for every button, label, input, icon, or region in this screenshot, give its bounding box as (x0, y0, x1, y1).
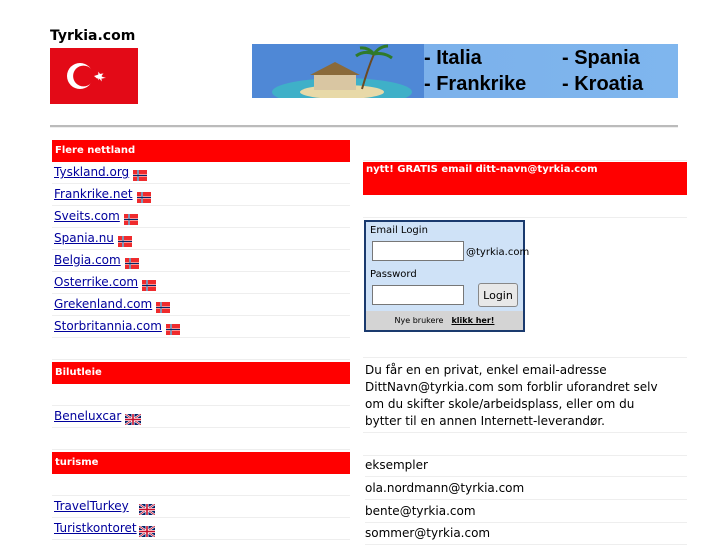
norway-flag-icon (124, 255, 139, 269)
left-column: Flere nettland Tyskland.org Frankrike.ne… (52, 138, 350, 540)
turkey-flag-icon (50, 48, 138, 104)
username-input[interactable] (372, 241, 464, 261)
example-address: bente@tyrkia.com (365, 500, 687, 523)
email-login-box: Email Login @tyrkia.com Password Login N… (364, 220, 529, 332)
spacer (363, 432, 687, 456)
spacer (52, 474, 350, 496)
list-item: Storbritannia.com (52, 316, 350, 338)
list-item: Belgia.com (52, 250, 350, 272)
spacer (52, 338, 350, 360)
domain-suffix: @tyrkia.com (466, 247, 530, 258)
new-users-label: Nye brukere (394, 316, 444, 325)
email-promo-banner: nytt! GRATIS email ditt-navn@tyrkia.com (363, 162, 687, 195)
list-item: Osterrike.com (52, 272, 350, 294)
banner-destination: - Spania (562, 47, 640, 69)
norway-flag-icon (142, 277, 157, 291)
list-item: Frankrike.net (52, 184, 350, 206)
link-grekenland[interactable]: Grekenland.com (54, 297, 152, 311)
list-item: TravelTurkey (52, 496, 350, 518)
link-beneluxcar[interactable]: Beneluxcar (54, 409, 121, 423)
right-column: nytt! GRATIS email ditt-navn@tyrkia.com (363, 140, 687, 218)
link-turistkontoret[interactable]: Turistkontoret (54, 521, 137, 535)
password-label: Password (370, 269, 417, 280)
section-header-turisme: turisme (52, 452, 350, 474)
spacer (363, 195, 687, 218)
banner-destination: - Kroatia (562, 73, 644, 95)
norway-flag-icon (133, 167, 148, 181)
link-belgia[interactable]: Belgia.com (54, 253, 121, 267)
norway-flag-icon (123, 211, 138, 225)
uk-flag-icon (124, 411, 142, 426)
new-users-footer: Nye brukere klikk her! (366, 311, 523, 330)
login-title: Email Login (370, 225, 428, 236)
site-title: Tyrkia.com (50, 28, 136, 44)
link-frankrike[interactable]: Frankrike.net (54, 187, 133, 201)
login-button[interactable]: Login (478, 283, 518, 307)
section-header-flere-nettland: Flere nettland (52, 140, 350, 162)
list-item: Turistkontoret (52, 518, 350, 540)
divider (50, 125, 678, 128)
password-input[interactable] (372, 285, 464, 305)
link-travelturkey[interactable]: TravelTurkey (54, 499, 129, 513)
list-item: Sveits.com (52, 206, 350, 228)
list-item: Tyskland.org (52, 162, 350, 184)
norway-flag-icon (156, 299, 171, 313)
norway-flag-icon (136, 189, 151, 203)
link-spania[interactable]: Spania.nu (54, 231, 114, 245)
section-header-bilutleie: Bilutleie (52, 362, 350, 384)
link-tyskland[interactable]: Tyskland.org (54, 165, 129, 179)
banner-destination: - Frankrike (424, 73, 527, 95)
island-image (252, 44, 424, 98)
uk-flag-icon (138, 523, 156, 538)
example-address: sommer@tyrkia.com (365, 522, 687, 545)
service-description: Du får en en privat, enkel email-adresse… (365, 363, 658, 428)
list-item: Grekenland.com (52, 294, 350, 316)
destinations-banner[interactable]: - Italia - Spania - Frankrike - Kroatia (252, 44, 678, 98)
spacer (52, 384, 350, 406)
link-storbritannia[interactable]: Storbritannia.com (54, 319, 162, 333)
link-osterrike[interactable]: Osterrike.com (54, 275, 138, 289)
spacer (363, 335, 687, 358)
link-sveits[interactable]: Sveits.com (54, 209, 120, 223)
list-item: Spania.nu (52, 228, 350, 250)
spacer (363, 140, 687, 161)
banner-destination: - Italia (424, 47, 482, 69)
list-item: Beneluxcar (52, 406, 350, 428)
uk-flag-icon (138, 501, 156, 516)
norway-flag-icon (117, 233, 132, 247)
examples-label: eksempler (365, 454, 687, 477)
register-link[interactable]: klikk her! (451, 316, 494, 325)
norway-flag-icon (165, 321, 180, 335)
spacer (52, 428, 350, 450)
example-address: ola.nordmann@tyrkia.com (365, 477, 687, 500)
